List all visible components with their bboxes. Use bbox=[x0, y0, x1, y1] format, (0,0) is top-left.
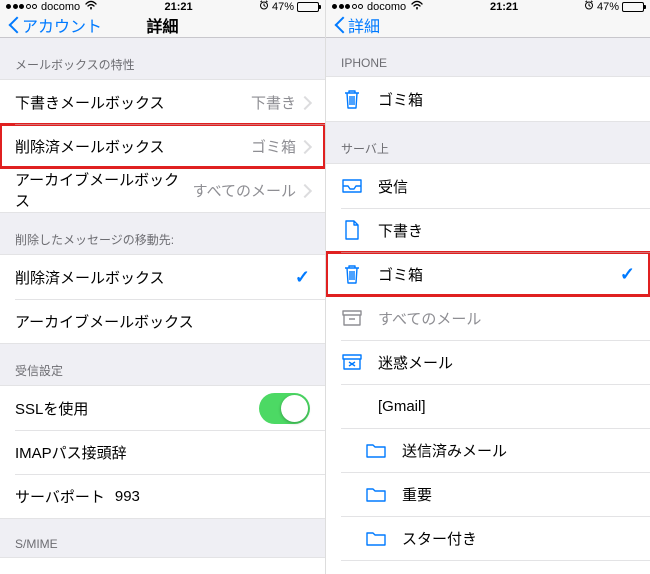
move-to-deleted-row[interactable]: 削除済メールボックス ✓ bbox=[0, 255, 325, 299]
cell-label: 下書きメールボックス bbox=[15, 92, 251, 113]
cell-value: 下書き bbox=[251, 92, 296, 113]
nav-bar: アカウント 詳細 bbox=[0, 13, 325, 38]
cell-label: ゴミ箱 bbox=[378, 89, 635, 110]
status-bar: docomo 21:21 47% bbox=[326, 0, 650, 13]
server-gmail-folder-row[interactable]: [Gmail] bbox=[326, 384, 650, 428]
chevron-right-icon bbox=[302, 140, 310, 153]
wifi-icon bbox=[84, 0, 98, 13]
cell-label: SSLを使用 bbox=[15, 398, 259, 419]
cell-label: 削除済メールボックス bbox=[15, 267, 295, 288]
server-spam-row[interactable]: 迷惑メール bbox=[326, 340, 650, 384]
cell-label: アーカイブメールボックス bbox=[15, 169, 193, 211]
section-header-move-deleted: 削除したメッセージの移動先: bbox=[0, 213, 325, 254]
battery-pct: 47% bbox=[272, 1, 294, 13]
section-header-incoming: 受信設定 bbox=[0, 344, 325, 385]
inbox-icon bbox=[341, 175, 363, 197]
cell-label: すべてのメール bbox=[378, 308, 635, 329]
carrier-label: docomo bbox=[41, 1, 80, 13]
section-header-server: サーバ上 bbox=[326, 122, 650, 163]
cell-label: 送信済みメール bbox=[402, 440, 635, 461]
signal-icon bbox=[6, 4, 37, 9]
cell-label: 重要 bbox=[402, 484, 635, 505]
section-header-smime: S/MIME bbox=[0, 519, 325, 557]
server-port-row[interactable]: サーバポート 993 bbox=[0, 474, 325, 518]
checkmark-icon: ✓ bbox=[620, 264, 635, 285]
chevron-right-icon bbox=[302, 184, 310, 197]
server-port-value: 993 bbox=[115, 488, 140, 505]
status-time: 21:21 bbox=[164, 1, 192, 13]
chevron-left-icon bbox=[334, 15, 346, 35]
cell-label: アーカイブメールボックス bbox=[15, 311, 310, 332]
server-inbox-row[interactable]: 受信 bbox=[326, 164, 650, 208]
folder-icon bbox=[365, 527, 387, 549]
back-label: アカウント bbox=[22, 13, 102, 37]
cell-label: 迷惑メール bbox=[378, 352, 635, 373]
archive-mailbox-row[interactable]: アーカイブメールボックス すべてのメール bbox=[0, 168, 325, 212]
archive-icon bbox=[341, 307, 363, 329]
server-drafts-row[interactable]: 下書き bbox=[326, 208, 650, 252]
cell-label: 下書き bbox=[378, 220, 635, 241]
ssl-row[interactable]: SSLを使用 bbox=[0, 386, 325, 430]
trash-icon bbox=[341, 263, 363, 285]
battery-pct: 47% bbox=[597, 1, 619, 13]
screen-mailbox-picker: docomo 21:21 47% 詳細 IPHONE ゴミ箱 サーバ上 bbox=[325, 0, 650, 574]
cell-label: 受信 bbox=[378, 176, 635, 197]
back-button[interactable]: アカウント bbox=[8, 13, 102, 37]
imap-prefix-row[interactable]: IMAPパス接頭辞 bbox=[0, 430, 325, 474]
checkmark-icon: ✓ bbox=[295, 267, 310, 288]
cell-label: IMAPパス接頭辞 bbox=[15, 442, 310, 463]
server-chat-row[interactable]: チャット bbox=[326, 560, 650, 574]
wifi-icon bbox=[410, 0, 424, 13]
on-iphone-trash-row[interactable]: ゴミ箱 bbox=[326, 77, 650, 121]
server-allmail-row[interactable]: すべてのメール bbox=[326, 296, 650, 340]
battery-icon bbox=[297, 2, 319, 12]
folder-icon bbox=[365, 439, 387, 461]
alarm-icon bbox=[584, 0, 594, 13]
chevron-right-icon bbox=[302, 96, 310, 109]
screen-advanced-settings: docomo 21:21 47% アカウント 詳細 メールボックスの特性 下書き… bbox=[0, 0, 325, 574]
back-label: 詳細 bbox=[348, 13, 380, 37]
cell-value: すべてのメール bbox=[193, 180, 296, 201]
nav-bar: 詳細 bbox=[326, 13, 650, 38]
smime-row[interactable]: S/MIME bbox=[0, 558, 325, 574]
status-time: 21:21 bbox=[490, 1, 518, 13]
status-bar: docomo 21:21 47% bbox=[0, 0, 325, 13]
cell-label: 削除済メールボックス bbox=[15, 136, 251, 157]
server-important-row[interactable]: 重要 bbox=[326, 472, 650, 516]
document-icon bbox=[341, 219, 363, 241]
section-header-iphone: IPHONE bbox=[326, 38, 650, 76]
drafts-mailbox-row[interactable]: 下書きメールボックス 下書き bbox=[0, 80, 325, 124]
cell-label: スター付き bbox=[402, 528, 635, 549]
spam-icon bbox=[341, 351, 363, 373]
alarm-icon bbox=[259, 0, 269, 13]
signal-icon bbox=[332, 4, 363, 9]
ssl-switch[interactable] bbox=[259, 393, 310, 424]
carrier-label: docomo bbox=[367, 1, 406, 13]
server-trash-row[interactable]: ゴミ箱 ✓ bbox=[326, 252, 650, 296]
cell-label: [Gmail] bbox=[378, 398, 635, 415]
back-button[interactable]: 詳細 bbox=[334, 13, 380, 37]
server-starred-row[interactable]: スター付き bbox=[326, 516, 650, 560]
section-header-mailbox-behaviors: メールボックスの特性 bbox=[0, 38, 325, 79]
deleted-mailbox-row[interactable]: 削除済メールボックス ゴミ箱 bbox=[0, 124, 325, 168]
server-sent-row[interactable]: 送信済みメール bbox=[326, 428, 650, 472]
trash-icon bbox=[341, 88, 363, 110]
cell-label: ゴミ箱 bbox=[378, 264, 620, 285]
cell-value: ゴミ箱 bbox=[251, 136, 296, 157]
cell-label: サーバポート bbox=[15, 486, 105, 507]
move-to-archive-row[interactable]: アーカイブメールボックス bbox=[0, 299, 325, 343]
battery-icon bbox=[622, 2, 644, 12]
chevron-left-icon bbox=[8, 15, 20, 35]
folder-icon bbox=[365, 483, 387, 505]
